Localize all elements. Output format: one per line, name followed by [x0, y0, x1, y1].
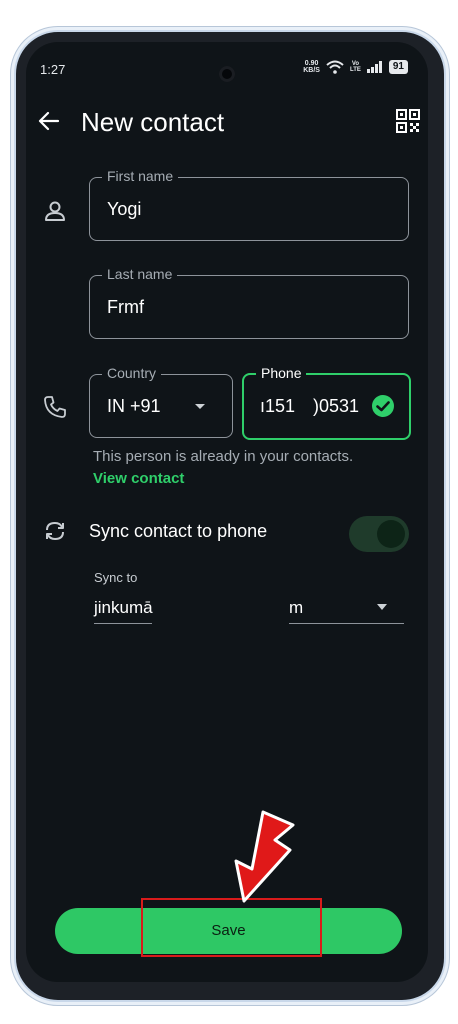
last-name-label: Last name — [102, 266, 178, 282]
sync-to-label: Sync to — [94, 570, 138, 585]
sync-icon — [46, 521, 64, 541]
sync-account-text-start[interactable]: jinkumā — [94, 598, 153, 618]
person-icon — [45, 201, 65, 221]
country-label: Country — [102, 365, 162, 381]
sync-account-underline — [289, 623, 404, 624]
front-camera — [219, 66, 235, 82]
network-speed-value: 0.90 — [304, 60, 319, 67]
sync-contact-toggle[interactable] — [349, 516, 409, 552]
last-name-field[interactable]: Last name Frmf — [89, 266, 409, 339]
annotation-highlight-box — [141, 898, 322, 957]
first-name-label: First name — [102, 168, 179, 184]
status-bar: 1:27 0.90 KB/S Vo LTE 91 — [26, 42, 428, 90]
volte-icon: Vo LTE — [350, 61, 361, 73]
phone-value: ı151 )0531 — [260, 396, 360, 416]
battery-icon: 91 — [388, 60, 408, 74]
phone-number-field[interactable]: Phone ı151 )0531 — [242, 365, 411, 440]
network-speed: 0.90 KB/S — [303, 60, 320, 74]
chevron-down-icon[interactable] — [377, 604, 387, 610]
wifi-icon — [326, 60, 344, 74]
arrow-left-icon[interactable] — [36, 108, 62, 134]
qr-code-icon[interactable] — [396, 109, 420, 133]
status-time: 1:27 — [40, 62, 66, 77]
view-contact-link[interactable]: View contact — [93, 470, 184, 487]
toggle-knob — [377, 520, 405, 548]
signal-icon — [366, 61, 382, 73]
app-bar: New contact — [26, 97, 428, 145]
phone-label: Phone — [256, 365, 307, 381]
sync-account-text-end[interactable]: m — [289, 598, 303, 618]
status-icons: 0.90 KB/S Vo LTE 91 — [303, 60, 408, 74]
check-circle-icon — [372, 395, 394, 417]
last-name-value: Frmf — [107, 297, 144, 317]
page-title: New contact — [81, 107, 225, 137]
sync-account-underline — [94, 623, 152, 624]
country-value: IN +91 — [107, 396, 161, 416]
phone-icon — [44, 396, 66, 418]
duplicate-contact-notice: This person is already in your contacts. — [93, 448, 354, 465]
sync-contact-label: Sync contact to phone — [89, 521, 268, 541]
first-name-value: Yogi — [107, 199, 142, 219]
annotation-arrow-icon — [234, 810, 295, 903]
network-speed-unit: KB/S — [303, 67, 320, 74]
volte-bottom: LTE — [349, 67, 361, 73]
first-name-field[interactable]: First name Yogi — [89, 168, 409, 241]
chevron-down-icon — [195, 404, 205, 409]
phone-screen: 1:27 0.90 KB/S Vo LTE 91 New contact Fir… — [26, 42, 428, 982]
country-code-select[interactable]: Country IN +91 — [89, 365, 233, 438]
